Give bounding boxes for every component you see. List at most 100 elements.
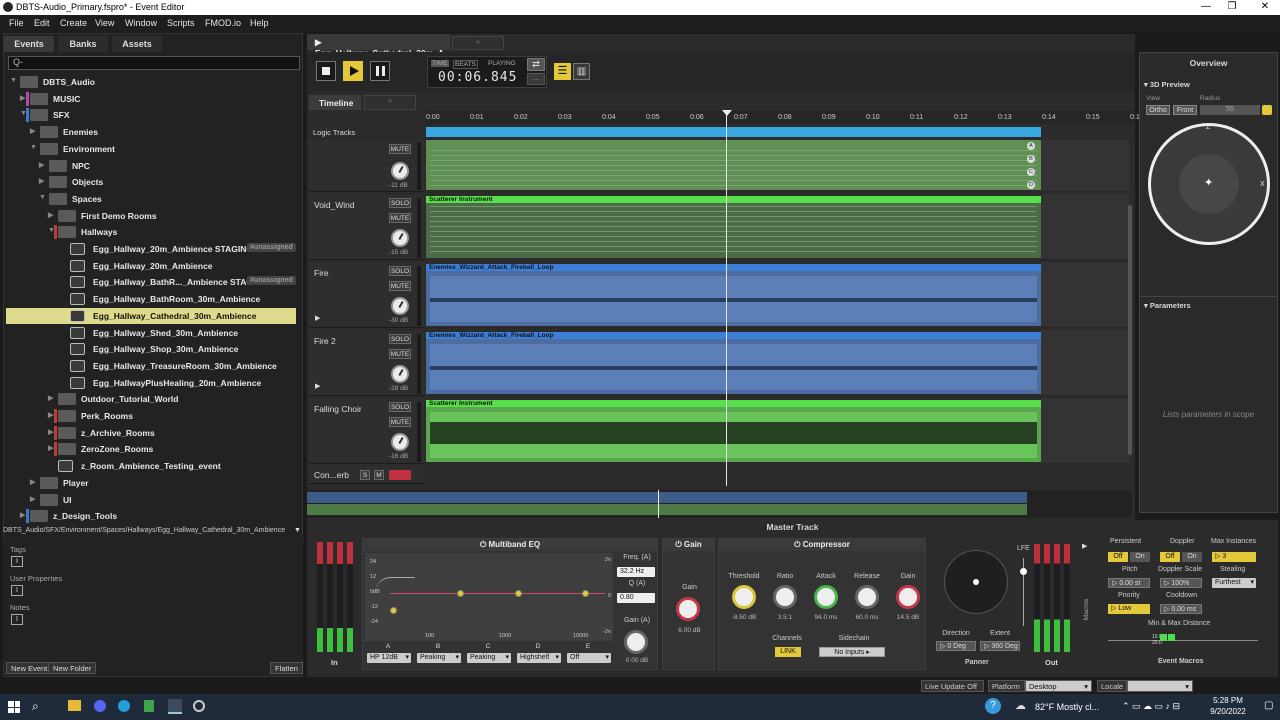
track-volume-knob[interactable]	[391, 162, 409, 180]
play-button[interactable]	[343, 61, 363, 81]
tree-event[interactable]: z_Room_Ambience_Testing_event	[6, 458, 296, 474]
grid-view-icon[interactable]: ▥	[573, 63, 590, 80]
fmod-studio-icon[interactable]	[168, 699, 182, 714]
track-mute-button[interactable]: MUTE	[389, 281, 411, 291]
expand-arrow-icon[interactable]: ▶	[48, 444, 53, 452]
track-solo-button[interactable]: SOLO	[389, 198, 411, 208]
tree-folder[interactable]: ▶ Player	[6, 475, 296, 491]
eq-band-mode-select[interactable]: Highshelf ▾	[517, 653, 561, 663]
add-tab-button[interactable]: +	[452, 36, 504, 50]
time-mode[interactable]: TIME	[431, 60, 449, 67]
track-mute-button[interactable]: MUTE	[389, 349, 411, 359]
tab-events[interactable]: Events	[4, 36, 54, 52]
tree-folder[interactable]: ▶ First Demo Rooms	[6, 208, 296, 224]
collapse-arrow-icon[interactable]: ▼	[30, 144, 37, 151]
tree-event[interactable]: Egg_HallwayPlusHealing_20m_Ambience	[6, 375, 296, 391]
empty-timeline-area[interactable]	[1041, 398, 1129, 464]
tree-folder[interactable]: ▶ z_Archive_Rooms	[6, 425, 296, 441]
tree-event[interactable]: Egg_Hallway_20m_Ambience STAGING #unassig…	[6, 241, 296, 257]
min-distance-handle[interactable]	[1160, 634, 1167, 641]
eq-band-mode-select[interactable]: Peaking ▾	[467, 653, 511, 663]
instrument-region[interactable]: Scatterer Instrument	[426, 400, 1041, 462]
track-volume-knob[interactable]	[391, 365, 409, 383]
tree-folder[interactable]: ▶ Objects	[6, 174, 296, 190]
timeline-ruler[interactable]: 0:00 0:01 0:02 0:03 0:04 0:05 0:06 0:07 0:08 0:09…	[426, 110, 1144, 124]
expand-arrow-icon[interactable]: ▶	[48, 211, 53, 219]
eq-band-handle[interactable]	[582, 590, 589, 597]
notes-edit-button[interactable]: I	[11, 614, 23, 625]
expand-arrow-icon[interactable]: ▶	[48, 428, 53, 436]
empty-timeline-area[interactable]	[1041, 140, 1129, 192]
tree-folder[interactable]: ▼ Spaces	[6, 191, 296, 207]
expand-track-icon[interactable]: ▶	[315, 382, 320, 390]
loop-icon[interactable]: ⇄	[527, 58, 545, 71]
radius-input[interactable]: 55	[1200, 105, 1260, 115]
tree-folder[interactable]: ▶ z_Design_Tools	[6, 508, 296, 524]
compressor-attack-knob[interactable]	[814, 585, 838, 609]
listener-icon[interactable]: ✦	[1204, 176, 1213, 189]
doppler-off-button[interactable]: Off	[1160, 552, 1180, 562]
doppler-scale-input[interactable]: ▷ 100%	[1160, 578, 1202, 588]
transition-marker[interactable]: A	[1027, 142, 1035, 150]
tree-event[interactable]: Egg_Hallway_Shop_30m_Ambience	[6, 341, 296, 357]
notification-icon[interactable]: ▢	[1264, 700, 1273, 711]
return-track-header[interactable]: Con...erb S M	[309, 466, 424, 484]
track-header[interactable]: Falling Choir SOLO MUTE -16 dB	[309, 398, 424, 464]
front-button[interactable]: Front	[1173, 105, 1197, 115]
track-solo-button[interactable]: SOLO	[389, 402, 411, 412]
menu-edit[interactable]: Edit	[34, 18, 50, 28]
tab-banks[interactable]: Banks	[58, 36, 108, 52]
return-solo-button[interactable]: S	[360, 470, 370, 480]
max-distance-handle[interactable]	[1168, 634, 1175, 641]
collapse-arrow-icon[interactable]: ▼	[10, 77, 17, 84]
expand-arrow-icon[interactable]: ▶	[30, 478, 35, 486]
return-volume-meter[interactable]	[389, 470, 411, 480]
menu-file[interactable]: File	[9, 18, 24, 28]
track-volume-knob[interactable]	[391, 229, 409, 247]
start-icon[interactable]	[8, 701, 20, 713]
clock-date[interactable]: 9/20/2022	[1203, 707, 1253, 716]
expand-track-icon[interactable]: ▶	[315, 314, 320, 322]
compressor-release-knob[interactable]	[855, 585, 879, 609]
eq-freq-input[interactable]: 32.2 Hz	[617, 567, 655, 577]
tree-folder[interactable]: ▼ Hallways	[6, 224, 296, 240]
beats-mode[interactable]: BEATS	[453, 60, 478, 69]
expand-arrow-icon[interactable]: ▶	[30, 127, 35, 135]
list-view-icon[interactable]: ☰	[554, 63, 571, 80]
pause-button[interactable]	[370, 61, 390, 81]
tree-event[interactable]: Egg_Hallway_BathRoom_30m_Ambience	[6, 291, 296, 307]
track-volume-knob[interactable]	[391, 297, 409, 315]
discord-icon[interactable]	[94, 700, 106, 712]
close-button[interactable]: ✕	[1255, 1, 1275, 12]
direction-input[interactable]: ▷ 0 Deg	[936, 641, 976, 651]
track-header[interactable]: Void_Wind SOLO MUTE -15 dB	[309, 194, 424, 260]
parameters-header[interactable]: ▾ Parameters	[1144, 301, 1191, 310]
extent-input[interactable]: ▷ 360 Deg	[980, 641, 1020, 651]
track-header[interactable]: Fire SOLO MUTE -30 dB ▶	[309, 262, 424, 328]
expand-arrow-icon[interactable]: ▶	[48, 394, 53, 402]
expand-arrow-icon[interactable]: ▶	[39, 177, 44, 185]
collapse-arrow-icon[interactable]: ▼	[39, 194, 46, 201]
empty-timeline-area[interactable]	[1041, 262, 1129, 328]
eq-title[interactable]: ⏻ Multiband EQ	[363, 539, 657, 551]
track-mute-button[interactable]: MUTE	[389, 213, 411, 223]
search-icon[interactable]: ⌕	[32, 699, 39, 714]
lock-icon[interactable]	[1262, 105, 1272, 115]
panner-circle[interactable]	[944, 550, 1008, 614]
return-mute-button[interactable]: M	[374, 470, 384, 480]
track-header[interactable]: MUTE -11 dB	[309, 140, 424, 192]
tree-folder[interactable]: ▼ Environment	[6, 141, 296, 157]
menu-help[interactable]: Help	[250, 18, 269, 28]
expand-arrow-icon[interactable]: ▶	[39, 161, 44, 169]
max-instances-input[interactable]: ▷ 3	[1212, 552, 1256, 562]
clock-time[interactable]: 5:28 PM	[1208, 696, 1248, 705]
transition-lane[interactable]: ABCD	[426, 140, 1041, 190]
minimize-button[interactable]: —	[1196, 1, 1216, 12]
tree-folder[interactable]: ▼ DBTS_Audio	[6, 74, 296, 90]
lfe-slider-handle[interactable]	[1020, 568, 1027, 575]
track-solo-button[interactable]: SOLO	[389, 334, 411, 344]
3d-preview-circle[interactable]: Z X ✦	[1148, 123, 1270, 245]
expand-arrow-icon[interactable]: ▶	[48, 411, 53, 419]
menu-create[interactable]: Create	[60, 18, 87, 28]
track-solo-button[interactable]: SOLO	[389, 266, 411, 276]
